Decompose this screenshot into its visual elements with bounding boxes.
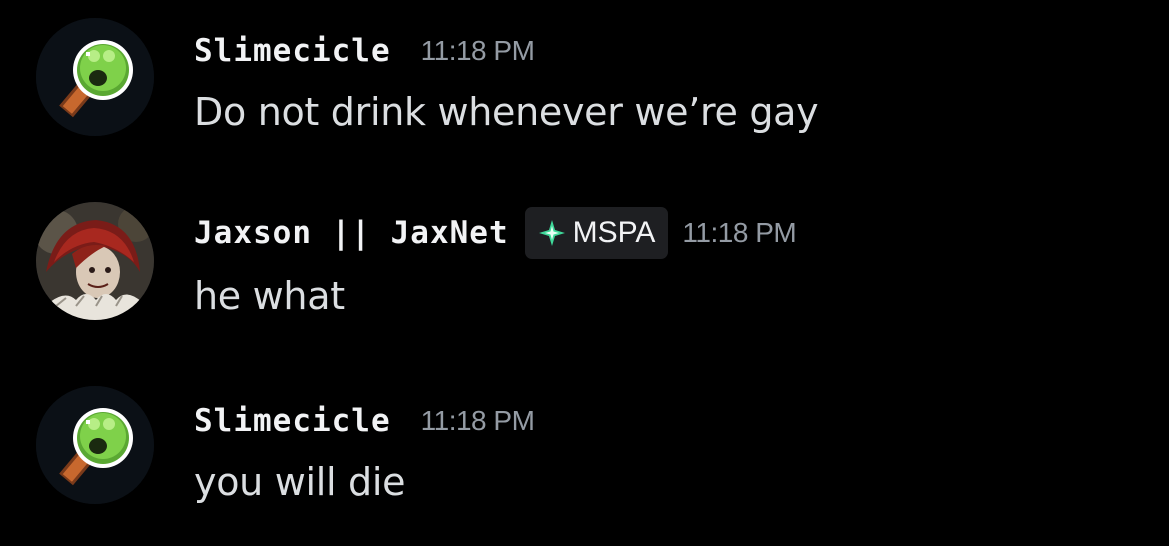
username[interactable]: Jaxson || JaxNet: [194, 215, 509, 251]
slime-popsicle-icon: [36, 18, 154, 136]
message-1: Slimecicle 11:18 PM Do not drink wheneve…: [0, 16, 1169, 176]
message-3: Slimecicle 11:18 PM you will die: [0, 386, 1169, 546]
avatar[interactable]: [36, 386, 154, 504]
timestamp: 11:18 PM: [420, 35, 535, 66]
message-2: Jaxson || JaxNet MSPA 11:18 PM he what: [0, 200, 1169, 360]
timestamp: 11:18 PM: [420, 405, 535, 436]
badge-label: MSPA: [572, 216, 656, 249]
message-content: Do not drink whenever we’re gay: [194, 90, 819, 134]
timestamp: 11:18 PM: [682, 217, 797, 248]
red-haired-clown-avatar: [36, 202, 154, 320]
slime-popsicle-icon: [36, 386, 154, 504]
avatar[interactable]: [36, 18, 154, 136]
message-header: Jaxson || JaxNet MSPA 11:18 PM: [194, 207, 797, 259]
message-content: you will die: [194, 460, 406, 504]
message-content: he what: [194, 274, 345, 318]
message-header: Slimecicle 11:18 PM: [194, 28, 535, 74]
sparkle-icon: [538, 220, 565, 246]
server-tag-badge[interactable]: MSPA: [524, 207, 669, 259]
avatar[interactable]: [36, 202, 154, 320]
message-header: Slimecicle 11:18 PM: [194, 398, 535, 444]
username[interactable]: Slimecicle: [194, 33, 391, 69]
username[interactable]: Slimecicle: [194, 403, 391, 439]
